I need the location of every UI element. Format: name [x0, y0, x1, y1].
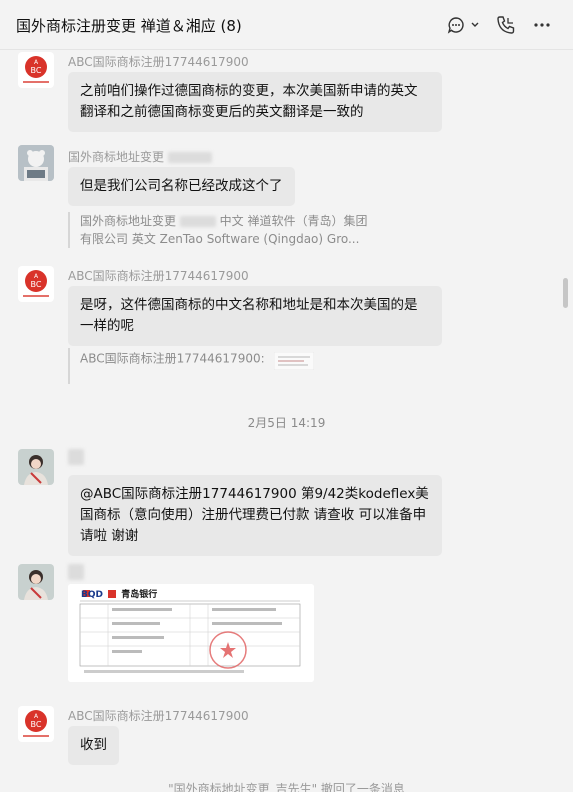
user-avatar[interactable] — [18, 564, 54, 600]
sender-name[interactable]: ABC国际商标注册17744617900 — [68, 707, 249, 724]
chat-title[interactable]: 国外商标注册变更 禅道＆湘应 (8) — [16, 15, 242, 36]
phone-icon[interactable] — [494, 13, 518, 37]
bank-code: BQD — [81, 590, 103, 600]
sender-name — [68, 564, 84, 580]
recall-notice: "国外商标地址变更_吉先生" 撤回了一条消息 — [168, 782, 405, 792]
message-bubble[interactable]: @ABC国际商标注册17744617900 第9/42类kodeflex美国商标… — [68, 475, 442, 556]
bank-name: 青岛银行 — [121, 590, 158, 600]
chat-bubble-icon[interactable] — [446, 13, 482, 37]
bank-logo-icon — [108, 590, 117, 598]
redacted-name — [179, 216, 216, 227]
bank-logo: BQD 青岛银行 — [81, 587, 157, 600]
chat-header: 国外商标注册变更 禅道＆湘应 (8) — [0, 0, 573, 50]
sender-name-text[interactable]: 国外商标地址变更 — [68, 150, 164, 164]
message-bubble[interactable]: 之前咱们操作过德国商标的变更，本次美国新申请的英文翻译和之前德国商标变更后的英文… — [68, 72, 442, 132]
sender-name — [68, 449, 84, 465]
svg-text:BC: BC — [31, 720, 42, 729]
quoted-message[interactable]: 国外商标地址变更 中文 禅道软件（青岛）集团有限公司 英文 ZenTao Sof… — [68, 212, 368, 248]
abc-logo-avatar[interactable]: A BC — [18, 266, 54, 302]
sender-name: 国外商标地址变更 — [68, 148, 212, 165]
quote-sender: 国外商标地址变更 — [80, 214, 177, 228]
time-separator: 2月5日 14:19 — [247, 416, 326, 430]
sender-name[interactable]: ABC国际商标注册17744617900 — [68, 267, 249, 284]
bank-receipt-image[interactable]: BQD 青岛银行 — [68, 584, 314, 682]
user-avatar[interactable] — [18, 145, 54, 181]
scrollbar-thumb[interactable] — [563, 278, 568, 308]
more-icon[interactable] — [530, 13, 554, 37]
message-bubble[interactable]: 收到 — [68, 726, 119, 765]
redacted-name — [68, 449, 84, 465]
message-bubble[interactable]: 但是我们公司名称已经改成这个了 — [68, 167, 295, 206]
abc-logo-avatar[interactable]: A BC — [18, 52, 54, 88]
user-avatar[interactable] — [18, 449, 54, 485]
svg-text:BC: BC — [31, 280, 42, 289]
sender-name[interactable]: ABC国际商标注册17744617900 — [68, 53, 249, 70]
redacted-name — [68, 564, 84, 580]
message-bubble[interactable]: 是呀，这件德国商标的中文名称和地址是和本次美国的是一样的呢 — [68, 286, 442, 346]
quoted-message[interactable]: ABC国际商标注册17744617900: — [68, 348, 315, 384]
redacted-name — [167, 152, 212, 163]
svg-text:BC: BC — [31, 66, 42, 75]
abc-logo-avatar[interactable]: A BC — [18, 706, 54, 742]
quote-thumbnail-icon — [274, 351, 315, 371]
quote-sender: ABC国际商标注册17744617900: — [80, 351, 265, 366]
